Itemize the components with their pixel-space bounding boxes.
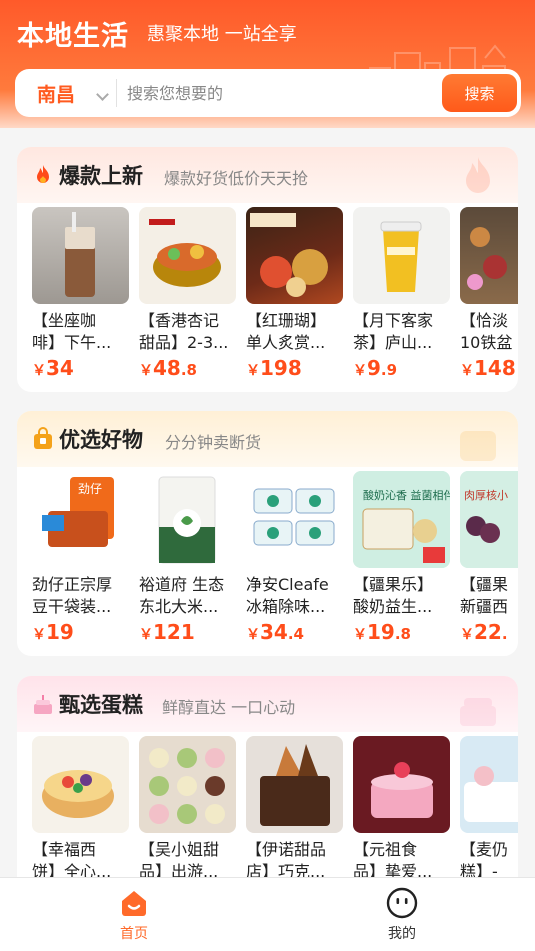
product-image (32, 736, 129, 833)
section-selected-goods: 优选好物 分分钟卖断货 劲仔 劲仔正宗厚 豆干袋装... ￥19 裕道府 生态 东北… (17, 411, 518, 656)
profile-face-icon (386, 887, 418, 919)
product-card[interactable]: 【麦仍 糕】- (460, 736, 518, 883)
section-title: 甄选蛋糕 (59, 693, 143, 717)
product-card[interactable]: 【坐座咖 啡】下午... ￥34 (32, 207, 130, 380)
product-image (353, 207, 450, 304)
product-price: ￥9.9 (353, 356, 398, 380)
product-card[interactable]: 【元祖食 品】挚爱... (353, 736, 451, 883)
product-price: ￥121 (139, 620, 195, 644)
search-button[interactable]: 搜索 (442, 74, 517, 112)
product-name: 【红珊瑚】 单人炙赏... (246, 311, 327, 352)
product-name: 裕道府 生态 东北大米... (139, 575, 225, 616)
product-image (246, 471, 343, 568)
section-selected-cakes: 甄选蛋糕 鲜醇直达 一口心动 【幸福西 饼】全心... 【吴小姐甜 品】出游... … (17, 676, 518, 896)
product-image: 劲仔 (32, 471, 129, 568)
product-price: ￥19.8 (353, 620, 411, 644)
cake-watermark-icon (460, 698, 496, 726)
product-image (139, 471, 236, 568)
product-image (139, 207, 236, 304)
product-image (246, 736, 343, 833)
shopping-bag-icon (34, 427, 52, 449)
header: 本地生活 惠聚本地 一站全享 南昌 搜索 (0, 0, 535, 128)
product-price: ￥198 (246, 356, 302, 380)
section-hot-new: 爆款上新 爆款好货低价天天抢 【坐座咖 啡】下午... ￥34 【香港杏记 甜品】2… (17, 147, 518, 392)
flame-watermark-icon (466, 157, 490, 193)
app-slogan: 惠聚本地 一站全享 (147, 24, 297, 45)
tab-mine-label: 我的 (388, 926, 416, 942)
tab-mine[interactable]: 我的 (342, 878, 462, 951)
product-name: 【坐座咖 啡】下午... (32, 311, 112, 352)
svg-text:酸奶沁香 益菌相伴: 酸奶沁香 益菌相伴 (363, 488, 450, 502)
home-icon (122, 891, 146, 916)
section-title: 爆款上新 (59, 164, 143, 188)
product-card[interactable]: 裕道府 生态 东北大米... ￥121 (139, 471, 237, 644)
product-name: 净安Cleafe 冰箱除味... (246, 575, 329, 616)
product-card[interactable]: 【香港杏记 甜品】2-3... ￥48.8 (139, 207, 237, 380)
product-card[interactable]: 酸奶沁香 益菌相伴 【疆果乐】 酸奶益生... ￥19.8 (353, 471, 451, 644)
product-name: 【月下客家 茶】庐山... (353, 311, 434, 352)
product-card[interactable]: 【红珊瑚】 单人炙赏... ￥198 (246, 207, 344, 380)
section-subtitle: 鲜醇直达 一口心动 (162, 698, 296, 717)
product-name: 【疆果 新疆西 (460, 575, 509, 616)
product-list: 【坐座咖 啡】下午... ￥34 【香港杏记 甜品】2-3... ￥48.8 【红珊… (32, 207, 518, 387)
city-selector[interactable]: 南昌 (37, 80, 75, 107)
product-image (139, 736, 236, 833)
product-image (32, 207, 129, 304)
product-price: ￥34.4 (246, 620, 304, 644)
product-list: 【幸福西 饼】全心... 【吴小姐甜 品】出游... 【伊诺甜品 店】巧克... 【元… (32, 736, 518, 896)
product-card[interactable]: 肉厚核小 【疆果 新疆西 ￥22. (460, 471, 518, 644)
product-price: ￥34 (32, 356, 74, 380)
product-image: 酸奶沁香 益菌相伴 (353, 471, 450, 568)
product-name: 【恰淡 10铁盆 (460, 311, 513, 352)
product-card[interactable]: 【月下客家 茶】庐山... ￥9.9 (353, 207, 451, 380)
product-card[interactable]: 【幸福西 饼】全心... (32, 736, 130, 883)
cake-icon (34, 695, 52, 714)
product-image (353, 736, 450, 833)
product-price: ￥19 (32, 620, 74, 644)
product-price: ￥22. (460, 620, 508, 644)
svg-text:劲仔: 劲仔 (78, 482, 102, 496)
tab-home[interactable]: 首页 (74, 878, 194, 951)
product-image: 肉厚核小 (460, 471, 518, 568)
divider (116, 79, 117, 107)
bottom-tab-bar: 首页 我的 (0, 877, 535, 951)
tab-home-label: 首页 (120, 926, 148, 942)
product-name: 【香港杏记 甜品】2-3... (139, 311, 229, 352)
section-subtitle: 爆款好货低价天天抢 (164, 169, 309, 188)
section-title: 优选好物 (59, 428, 143, 452)
shopping-bag-watermark-icon (460, 431, 496, 461)
product-card[interactable]: 【吴小姐甜 品】出游... (139, 736, 237, 883)
section-subtitle: 分分钟卖断货 (165, 433, 262, 452)
product-image (246, 207, 343, 304)
product-name: 【疆果乐】 酸奶益生... (353, 575, 434, 616)
product-image (460, 207, 518, 304)
product-card[interactable]: 【伊诺甜品 店】巧克... (246, 736, 344, 883)
chevron-down-icon[interactable] (96, 88, 109, 101)
product-card[interactable]: 劲仔 劲仔正宗厚 豆干袋装... ￥19 (32, 471, 130, 644)
product-price: ￥48.8 (139, 356, 197, 380)
product-name: 劲仔正宗厚 豆干袋装... (32, 575, 113, 616)
flame-icon (37, 165, 49, 183)
search-bar: 南昌 搜索 (15, 69, 521, 117)
product-card[interactable]: 净安Cleafe 冰箱除味... ￥34.4 (246, 471, 344, 644)
search-input[interactable] (127, 81, 427, 105)
product-list: 劲仔 劲仔正宗厚 豆干袋装... ￥19 裕道府 生态 东北大米... ￥121 净… (32, 471, 518, 651)
product-card[interactable]: 【恰淡 10铁盆 ￥148 (460, 207, 518, 380)
product-price: ￥148 (460, 356, 516, 380)
product-image (460, 736, 518, 833)
app-title: 本地生活 (17, 21, 129, 52)
svg-text:肉厚核小: 肉厚核小 (464, 488, 508, 502)
